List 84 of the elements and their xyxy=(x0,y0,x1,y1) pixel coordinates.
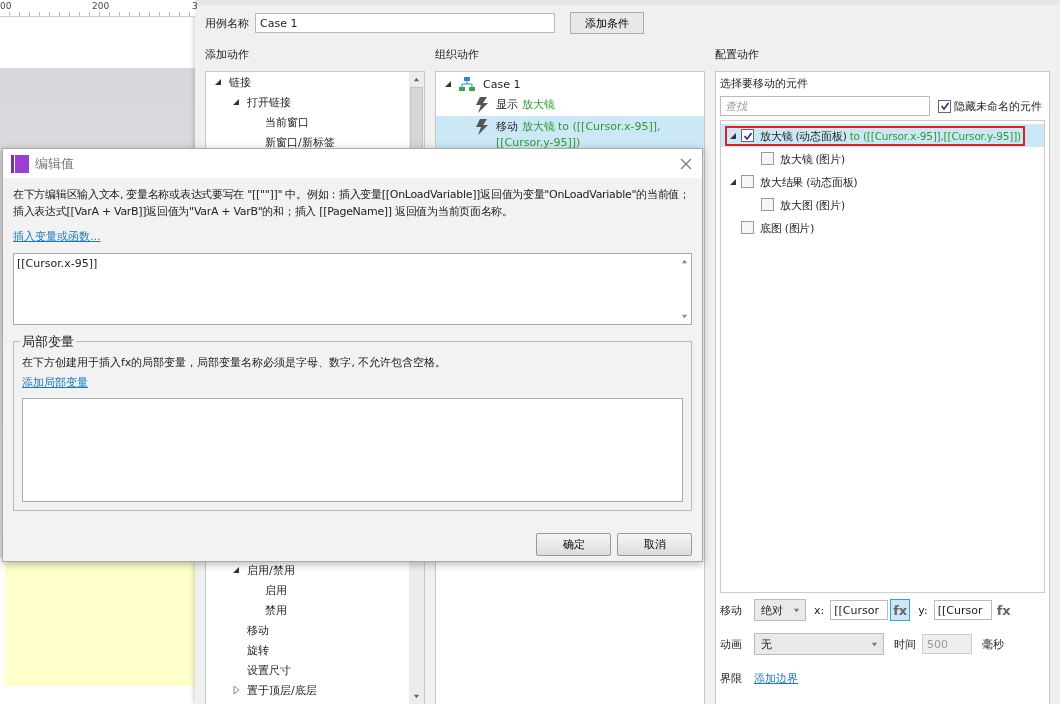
action-item[interactable]: 设置尺寸 xyxy=(247,662,291,678)
lightning-icon xyxy=(476,119,488,135)
action-item[interactable]: 旋转 xyxy=(247,642,269,658)
widget-label: 放大镜 (图片) xyxy=(780,151,845,166)
widget-label: 放大图 (图片) xyxy=(780,197,845,212)
x-field[interactable]: [[Cursor xyxy=(830,600,889,620)
case-item[interactable]: Case 1 xyxy=(483,77,521,91)
add-condition-button[interactable]: 添加条件 xyxy=(570,12,644,34)
section-title: 配置动作 xyxy=(715,47,760,63)
section-title: 组织动作 xyxy=(435,47,480,63)
widget-list-title: 选择要移动的元件 xyxy=(720,76,809,92)
insert-variable-link[interactable]: 插入变量或函数... xyxy=(13,229,101,244)
move-label: 移动 xyxy=(720,602,743,618)
expression-field[interactable]: [[Cursor.x-95]] xyxy=(13,253,692,325)
ruler-label: 200 xyxy=(92,1,110,11)
action-item[interactable]: 链接 xyxy=(229,74,251,90)
action-item[interactable]: 启用/禁用 xyxy=(247,562,295,578)
widget-row[interactable]: 放大结果 (动态面板) xyxy=(721,170,1044,193)
add-bounds-link[interactable]: 添加边界 xyxy=(754,670,798,686)
scroll-up-icon[interactable] xyxy=(680,258,688,265)
checkbox[interactable] xyxy=(741,175,754,188)
widget-row[interactable]: 底图 (图片) xyxy=(721,216,1044,239)
add-local-variable-link[interactable]: 添加局部变量 xyxy=(22,375,88,390)
action-item[interactable]: 移动 xyxy=(247,622,269,638)
checkbox[interactable] xyxy=(741,129,754,142)
checkbox[interactable] xyxy=(761,152,774,165)
animation-label: 动画 xyxy=(720,636,743,652)
checkbox[interactable] xyxy=(741,221,754,234)
y-label: y: xyxy=(918,603,928,617)
app-logo-icon xyxy=(11,154,29,173)
action-item[interactable]: 新窗口/新标签 xyxy=(265,134,335,150)
expanded-triangle-icon[interactable] xyxy=(729,177,737,186)
scroll-down-icon[interactable] xyxy=(413,693,420,700)
lightning-icon xyxy=(476,97,488,113)
widget-label: 放大结果 (动态面板) xyxy=(760,174,858,189)
y-field[interactable]: [[Cursor xyxy=(933,600,992,620)
action-item[interactable]: 启用 xyxy=(265,582,287,598)
fx-button[interactable]: fx xyxy=(890,599,911,621)
scroll-down-icon[interactable] xyxy=(680,313,688,320)
checkbox[interactable] xyxy=(761,198,774,211)
dropdown-caret-icon[interactable] xyxy=(871,640,878,648)
ruler-label: 3 xyxy=(192,1,198,11)
expanded-triangle-icon[interactable] xyxy=(214,78,222,86)
widget-label: 底图 (图片) xyxy=(760,220,815,235)
checkbox[interactable] xyxy=(938,99,951,113)
bounds-label: 界限 xyxy=(720,670,743,686)
action-row[interactable]: 显示 放大镜 xyxy=(436,94,704,116)
expanded-triangle-icon[interactable] xyxy=(729,131,737,140)
action-item[interactable]: 打开链接 xyxy=(247,94,291,110)
close-icon[interactable] xyxy=(680,157,692,170)
widget-row[interactable]: 放大镜 (图片) xyxy=(721,147,1044,170)
action-text: 移动 放大镜 to ([[Cursor.x-95]], [[Cursor.y-95]]) xyxy=(496,119,662,151)
case-name-label: 用例名称 xyxy=(205,15,249,31)
action-text: 显示 放大镜 xyxy=(496,97,556,113)
expanded-triangle-icon[interactable] xyxy=(232,566,240,574)
dialog-title: 编辑值 xyxy=(35,154,74,173)
checkbox-label: 隐藏未命名的元件 xyxy=(954,98,1042,114)
instructions-text: 在下方编辑区输入文本, 变量名称或表达式要写在 "[[""]]" 中。例如：插入变量[[OnLoadVariable]]返回值为变量"OnLoadVariable"的当前值；插入表达式[[VarA + VarB]]返回值为"VarA + VarB"的和；插入 [[PageName]] 返回值为当前页面名称。 xyxy=(13,187,691,220)
expanded-triangle-icon[interactable] xyxy=(232,98,240,106)
action-item[interactable]: 禁用 xyxy=(265,602,287,618)
dropdown-caret-icon[interactable] xyxy=(793,606,800,614)
ruler-label: 00 xyxy=(0,1,12,11)
case-icon xyxy=(459,77,475,91)
scrollbar-thumb[interactable] xyxy=(410,87,423,149)
animation-dropdown[interactable]: 无 xyxy=(754,633,884,655)
dialog-button[interactable]: 确定 xyxy=(536,533,611,556)
section-title: 添加动作 xyxy=(205,47,250,63)
case-name-field[interactable]: Case 1 xyxy=(255,13,555,33)
fx-button[interactable]: fx xyxy=(993,599,1014,621)
scroll-up-icon[interactable] xyxy=(413,76,420,83)
mode-dropdown[interactable]: 绝对 xyxy=(754,599,806,621)
action-item[interactable]: 置于顶层/底层 xyxy=(247,682,317,698)
widget-row[interactable]: 放大镜 (动态面板) to ([[Cursor.x-95]],[[Cursor.y-95]]) xyxy=(721,124,1044,147)
unit-label: 毫秒 xyxy=(982,636,1004,652)
action-item[interactable]: 当前窗口 xyxy=(265,114,309,130)
time-label: 时间 xyxy=(894,636,916,652)
group-title: 局部变量 xyxy=(20,333,76,351)
expanded-triangle-icon[interactable] xyxy=(444,80,452,88)
widget-label: 放大镜 (动态面板) to ([[Cursor.x-95]],[[Cursor.y-95]]) xyxy=(760,128,1021,143)
local-variables-text: 在下方创建用于插入fx的局部变量，局部变量名称必须是字母、数字, 不允许包含空格。 xyxy=(22,355,448,370)
widget-row[interactable]: 放大图 (图片) xyxy=(721,193,1044,216)
dialog-button[interactable]: 取消 xyxy=(617,533,692,556)
x-label: x: xyxy=(814,603,825,617)
collapsed-triangle-icon[interactable] xyxy=(232,686,240,694)
